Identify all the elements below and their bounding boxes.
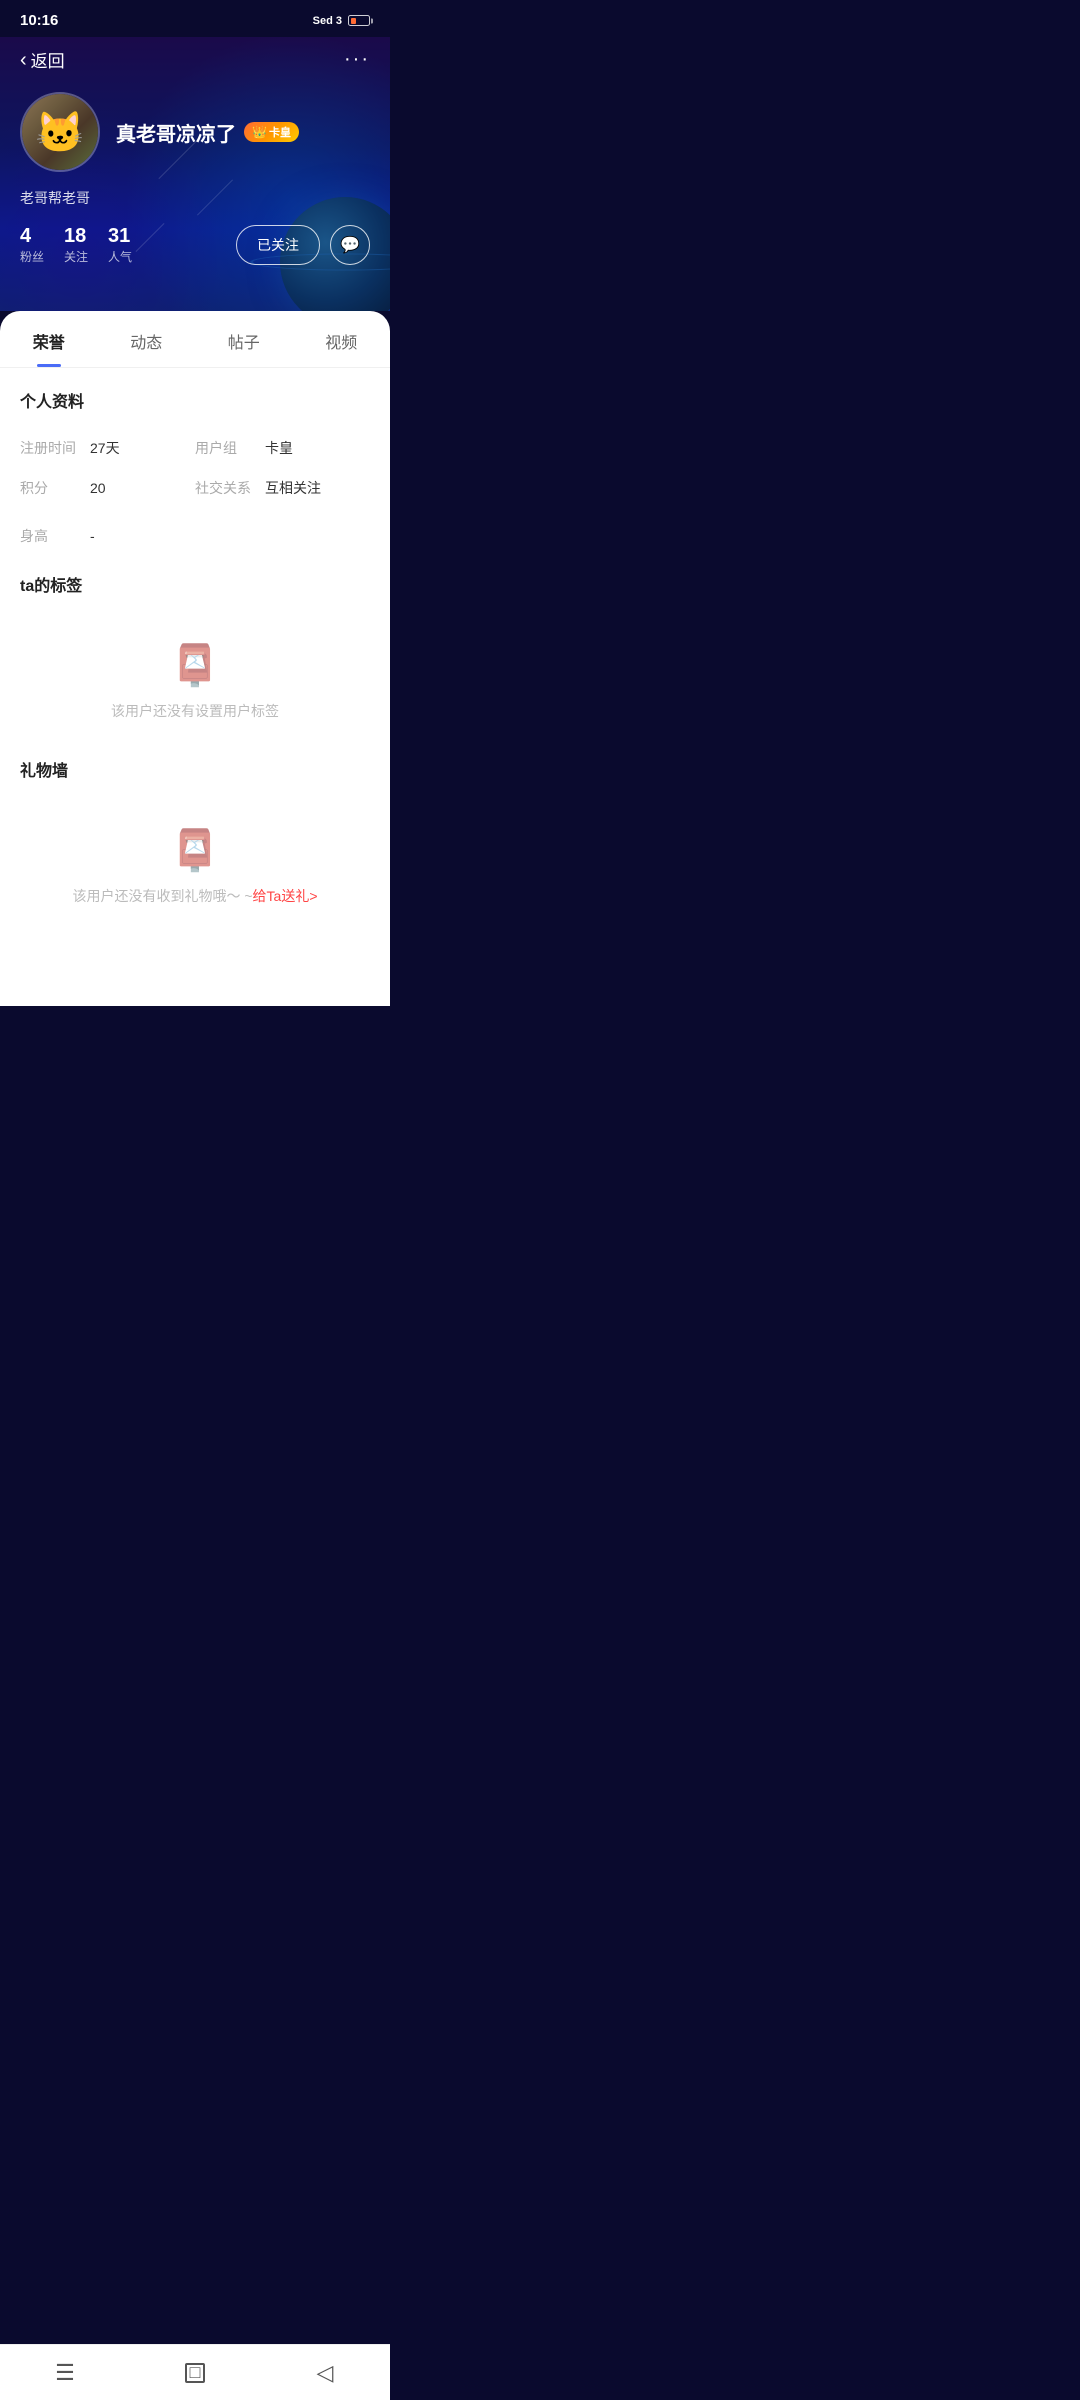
profile-top: 真老哥凉凉了 👑 卡皇 — [20, 92, 370, 172]
register-value: 27天 — [90, 438, 120, 458]
nav-menu[interactable]: ☰ — [40, 2353, 90, 2393]
follow-button[interactable]: 已关注 — [236, 225, 320, 265]
gift-section: 礼物墙 📮 该用户还没有收到礼物哦～ ~ 给Ta送礼> — [0, 741, 390, 926]
message-button[interactable]: 💬 — [330, 225, 370, 265]
popularity-count: 31 — [108, 224, 130, 248]
tab-honor-label: 荣誉 — [33, 335, 65, 352]
bottom-spacer — [0, 926, 390, 1006]
following-label: 关注 — [64, 248, 88, 265]
register-label: 注册时间 — [20, 438, 90, 458]
main-card: 荣誉 动态 帖子 视频 个人资料 注册时间 27天 用户组 卡皇 积分 — [0, 311, 390, 1006]
vip-badge: 👑 卡皇 — [244, 122, 299, 142]
username: 真老哥凉凉了 — [116, 118, 236, 147]
social-value: 互相关注 — [265, 478, 321, 498]
group-label: 用户组 — [195, 438, 265, 458]
message-icon: 💬 — [340, 235, 360, 255]
info-row-height: 身高 - — [20, 516, 370, 556]
fans-count: 4 — [20, 224, 31, 248]
tags-empty-icon: 📮 — [170, 642, 220, 689]
tab-posts[interactable]: 帖子 — [195, 311, 293, 367]
vip-label: 卡皇 — [269, 124, 291, 140]
personal-info-title: 个人资料 — [20, 388, 370, 412]
tab-posts-label: 帖子 — [228, 335, 260, 352]
top-nav: ‹ 返回 ··· — [0, 37, 390, 82]
tags-section: ta的标签 📮 该用户还没有设置用户标签 — [0, 556, 390, 741]
popularity-label: 人气 — [108, 248, 132, 265]
bio-text: 老哥帮老哥 — [20, 188, 370, 208]
stat-following[interactable]: 18 关注 — [64, 224, 88, 265]
points-value: 20 — [90, 480, 106, 496]
fans-label: 粉丝 — [20, 248, 44, 265]
gifts-empty-text: 该用户还没有收到礼物哦～ — [72, 886, 240, 906]
status-time: 10:16 — [20, 12, 58, 29]
info-row-points: 积分 20 — [20, 468, 195, 508]
menu-icon: ☰ — [55, 2360, 75, 2386]
profile-info-section: 个人资料 注册时间 27天 用户组 卡皇 积分 20 社交关系 互相关注 身 — [0, 368, 390, 556]
avatar — [20, 92, 100, 172]
action-buttons: 已关注 💬 — [236, 225, 370, 265]
tab-activity-label: 动态 — [130, 335, 162, 352]
info-row-social: 社交关系 互相关注 — [195, 468, 370, 508]
height-label: 身高 — [20, 526, 90, 546]
info-grid: 注册时间 27天 用户组 卡皇 积分 20 社交关系 互相关注 — [20, 428, 370, 508]
status-bar: 10:16 Sed 3 — [0, 0, 390, 37]
back-button[interactable]: ‹ 返回 — [20, 47, 65, 72]
nav-bar: ☰ □ ◁ — [0, 2344, 390, 2400]
back-label: 返回 — [31, 47, 65, 72]
battery-indicator — [348, 15, 370, 26]
tags-empty-text: 该用户还没有设置用户标签 — [111, 701, 279, 721]
gifts-empty-icon: 📮 — [170, 827, 220, 874]
tags-title: ta的标签 — [20, 572, 370, 596]
info-row-group: 用户组 卡皇 — [195, 428, 370, 468]
tab-activity[interactable]: 动态 — [98, 311, 196, 367]
signal-label: Sed 3 — [313, 15, 342, 27]
nav-home[interactable]: □ — [170, 2353, 220, 2393]
more-button[interactable]: ··· — [344, 48, 370, 71]
tab-videos[interactable]: 视频 — [293, 311, 391, 367]
tags-empty-state: 📮 该用户还没有设置用户标签 — [20, 612, 370, 741]
username-row: 真老哥凉凉了 👑 卡皇 — [116, 118, 299, 147]
social-label: 社交关系 — [195, 478, 265, 498]
gifts-empty-state: 📮 该用户还没有收到礼物哦～ ~ 给Ta送礼> — [20, 797, 370, 926]
profile-section: 真老哥凉凉了 👑 卡皇 老哥帮老哥 4 粉丝 18 关注 31 人气 — [0, 82, 390, 265]
group-value: 卡皇 — [265, 438, 293, 458]
stat-popularity[interactable]: 31 人气 — [108, 224, 132, 265]
status-right: Sed 3 — [313, 15, 370, 27]
stats-row: 4 粉丝 18 关注 31 人气 已关注 💬 — [20, 224, 370, 265]
info-row-register: 注册时间 27天 — [20, 428, 195, 468]
tab-honor[interactable]: 荣誉 — [0, 311, 98, 367]
nav-back[interactable]: ◁ — [300, 2353, 350, 2393]
gift-link[interactable]: 给Ta送礼> — [253, 886, 318, 906]
header-background: ‹ 返回 ··· 真老哥凉凉了 👑 卡皇 老哥帮老哥 — [0, 37, 390, 311]
following-count: 18 — [64, 224, 86, 248]
tab-videos-label: 视频 — [325, 335, 357, 352]
height-value: - — [90, 528, 95, 544]
back-nav-icon: ◁ — [317, 2360, 334, 2386]
tabs: 荣誉 动态 帖子 视频 — [0, 311, 390, 368]
user-info: 真老哥凉凉了 👑 卡皇 — [116, 118, 299, 147]
gifts-title: 礼物墙 — [20, 757, 370, 781]
stat-fans[interactable]: 4 粉丝 — [20, 224, 44, 265]
home-icon: □ — [185, 2363, 205, 2383]
avatar-image — [22, 94, 98, 170]
gift-connector: ~ — [240, 888, 252, 904]
crown-icon: 👑 — [252, 125, 267, 139]
back-chevron-icon: ‹ — [20, 50, 27, 70]
points-label: 积分 — [20, 478, 90, 498]
